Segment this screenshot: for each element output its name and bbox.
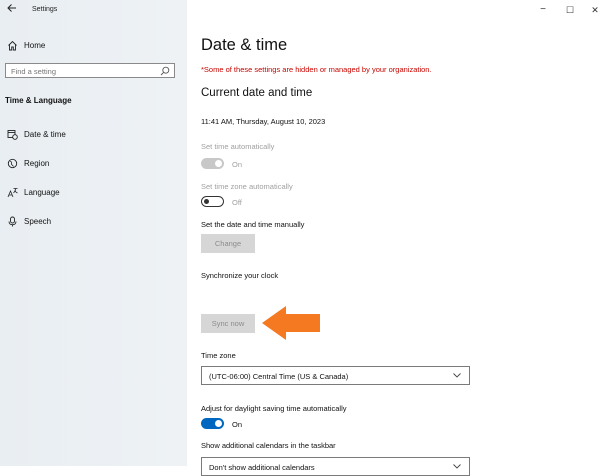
dst-toggle[interactable] [201,418,224,429]
additional-calendars-dropdown[interactable]: Don't show additional calendars [201,457,470,476]
microphone-icon [8,216,17,227]
dst-label: Adjust for daylight saving time automati… [201,404,347,413]
search-placeholder: Find a setting [11,67,57,76]
set-time-auto-state: On [232,160,243,169]
sync-clock-label: Synchronize your clock [201,271,279,280]
additional-calendars-value: Don't show additional calendars [209,463,315,472]
set-tz-auto-state: Off [232,198,242,207]
sidebar: Settings Home Find a setting Time & Lang… [0,0,187,466]
sidebar-item-label: Region [24,159,50,168]
sidebar-item-label: Date & time [24,130,66,139]
dst-state: On [232,420,243,429]
set-tz-auto-toggle[interactable] [201,196,224,207]
sidebar-item-region[interactable]: Region [5,156,180,172]
section-header: Time & Language [5,96,72,105]
maximize-button[interactable]: ☐ [560,3,580,17]
annotation-arrow-icon [262,306,320,340]
change-button[interactable]: Change [201,234,255,253]
time-zone-value: (UTC-06:00) Central Time (US & Canada) [209,372,349,381]
sidebar-item-label: Home [24,41,46,50]
chevron-down-icon [453,373,461,378]
set-manually-label: Set the date and time manually [201,220,305,229]
back-arrow-icon [7,4,16,12]
toggle-knob [215,420,222,427]
minimize-button[interactable]: − [533,3,553,17]
search-input[interactable]: Find a setting [5,63,175,78]
globe-icon [7,158,18,169]
toggle-knob [215,160,222,167]
home-icon [8,40,17,51]
current-date-time: 11:41 AM, Thursday, August 10, 2023 [201,117,326,126]
sidebar-item-home[interactable]: Home [5,38,180,54]
set-time-auto-label: Set time automatically [201,142,275,151]
search-icon [160,66,170,76]
sidebar-item-label: Speech [24,217,52,226]
additional-calendars-label: Show additional calendars in the taskbar [201,441,336,450]
chevron-down-icon [453,464,461,469]
set-time-auto-toggle[interactable] [201,158,224,169]
sidebar-item-speech[interactable]: Speech [5,214,180,230]
time-zone-label: Time zone [201,351,236,360]
language-icon [7,188,18,198]
title-bar: Settings [0,0,187,22]
org-managed-notice: *Some of these settings are hidden or ma… [201,65,432,74]
app-title: Settings [32,6,58,13]
set-tz-auto-label: Set time zone automatically [201,182,293,191]
current-date-time-header: Current date and time [201,87,313,99]
sidebar-item-label: Language [24,188,60,197]
sync-now-button[interactable]: Sync now [201,314,255,333]
close-button[interactable]: ✕ [585,3,605,17]
sidebar-item-language[interactable]: Language [5,185,180,201]
calendar-clock-icon [7,130,18,140]
back-button[interactable] [4,3,20,19]
toggle-knob [204,199,209,204]
page-title: Date & time [201,36,288,54]
sidebar-item-date-time[interactable]: Date & time [5,127,180,143]
time-zone-dropdown[interactable]: (UTC-06:00) Central Time (US & Canada) [201,366,470,385]
